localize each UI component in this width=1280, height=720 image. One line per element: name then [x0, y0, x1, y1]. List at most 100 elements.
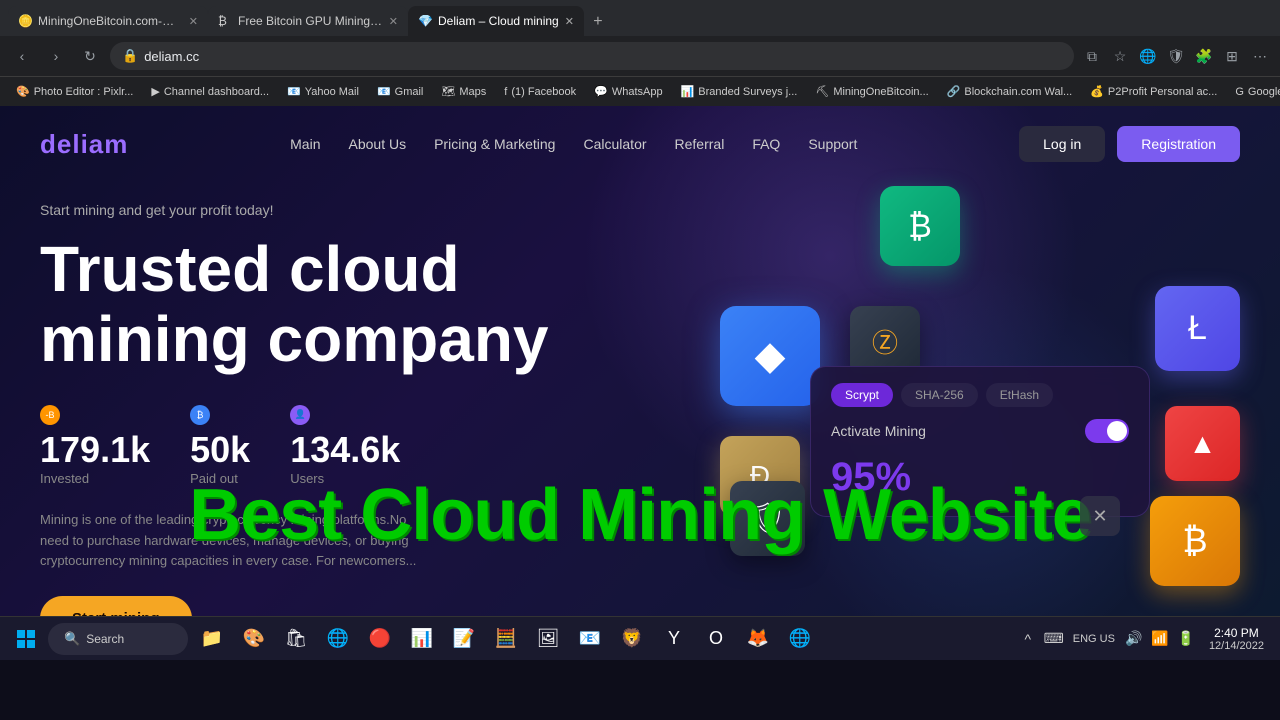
browser-tab-2[interactable]: ₿ Free Bitcoin GPU Mining, Cloud... ✕ [208, 6, 408, 36]
clock-date: 12/14/2022 [1209, 640, 1264, 652]
network-icon[interactable]: 📶 [1149, 628, 1171, 650]
taskbar-excel[interactable]: 📊 [402, 621, 442, 657]
puzzle-icon[interactable]: 🧩 [1192, 44, 1216, 68]
language-indicator[interactable]: ENG US [1069, 633, 1119, 645]
login-button[interactable]: Log in [1019, 126, 1105, 162]
stat-paidout-icon: ₿ [190, 405, 210, 425]
bookmark-maps-icon: 🗺 [441, 85, 455, 98]
stat-users-icon: 👤 [290, 405, 310, 425]
nav-referral[interactable]: Referral [675, 136, 725, 152]
bookmark-pixlr[interactable]: 🎨 Photo Editor : Pixlr... [8, 83, 141, 100]
bookmark-adsense[interactable]: G Google AdSense [1227, 84, 1280, 100]
bookmark-pixlr-label: Photo Editor : Pixlr... [34, 86, 134, 98]
taskbar-mail[interactable]: 📧 [570, 621, 610, 657]
extensions-icon[interactable]: ⧉ [1080, 44, 1104, 68]
address-bar[interactable]: 🔒 deliam.cc [110, 42, 1074, 70]
ltc-icon: Ł [1188, 309, 1207, 348]
browser-frame: 🪙 MiningOneBitcoin.com-Mining... ✕ ₿ Fre… [0, 0, 1280, 106]
start-mining-button[interactable]: Start mining [40, 596, 192, 616]
bookmark-surveys-label: Branded Surveys j... [698, 86, 797, 98]
nav-pricing[interactable]: Pricing & Marketing [434, 136, 555, 152]
keyboard-icon[interactable]: ⌨ [1043, 628, 1065, 650]
star-icon[interactable]: ☆ [1108, 44, 1132, 68]
taskbar-paint[interactable]: 🎨 [234, 621, 274, 657]
taskbar-apps: 📁 🎨 🛍 🌐 🔴 📊 📝 🧮 🖼 📧 🦁 Y O 🦊 🌐 [192, 621, 1013, 657]
panel-tabs: Scrypt SHA-256 EtHash [831, 383, 1129, 407]
taskbar-store[interactable]: 🛍 [276, 621, 316, 657]
back-button[interactable]: ‹ [8, 42, 36, 70]
bookmark-whatsapp-icon: 💬 [594, 85, 608, 98]
nav-main[interactable]: Main [290, 136, 320, 152]
hero-title-line1: Trusted cloud [40, 233, 460, 305]
logo-text: deliam [40, 129, 128, 159]
refresh-button[interactable]: ↻ [76, 42, 104, 70]
bookmark-p2profit[interactable]: 💰 P2Profit Personal ac... [1082, 83, 1225, 100]
btc-top-card: ₿ [880, 186, 960, 266]
taskbar-photos[interactable]: 🖼 [528, 621, 568, 657]
adblock-icon[interactable]: 🛡 [1164, 44, 1188, 68]
clock-time: 2:40 PM [1214, 626, 1259, 640]
taskbar-search[interactable]: 🔍 Search [48, 623, 188, 655]
bookmark-surveys[interactable]: 📊 Branded Surveys j... [673, 83, 806, 100]
bookmark-mining[interactable]: ⛏ MiningOneBitcoin... [807, 83, 936, 100]
start-button[interactable] [8, 621, 44, 657]
taskbar-app-extra[interactable]: 🌐 [780, 621, 820, 657]
grid-icon[interactable]: ⊞ [1220, 44, 1244, 68]
taskbar-chrome[interactable]: 🔴 [360, 621, 400, 657]
bookmark-mining-icon: ⛏ [815, 85, 829, 98]
taskbar-yandex[interactable]: Y [654, 621, 694, 657]
tab2-close[interactable]: ✕ [389, 15, 398, 28]
edgelogo-icon[interactable]: 🌐 [1136, 44, 1160, 68]
bookmark-surveys-icon: 📊 [681, 85, 695, 98]
forward-button[interactable]: › [42, 42, 70, 70]
taskbar-search-label: Search [86, 632, 124, 646]
bookmark-facebook-icon: f [504, 86, 507, 98]
bookmark-whatsapp[interactable]: 💬 WhatsApp [586, 83, 670, 100]
show-hidden-icon[interactable]: ^ [1017, 628, 1039, 650]
panel-tab-sha256[interactable]: SHA-256 [901, 383, 978, 407]
battery-icon[interactable]: 🔋 [1175, 628, 1197, 650]
system-clock[interactable]: 2:40 PM 12/14/2022 [1201, 626, 1272, 652]
bookmark-yahoo[interactable]: 📧 Yahoo Mail [279, 83, 367, 100]
bookmark-maps[interactable]: 🗺 Maps [433, 83, 494, 100]
zec-icon: Ⓩ [872, 323, 898, 360]
register-button[interactable]: Registration [1117, 126, 1240, 162]
taskbar-word[interactable]: 📝 [444, 621, 484, 657]
site-logo[interactable]: deliam [40, 129, 128, 160]
bookmark-mining-label: MiningOneBitcoin... [833, 86, 928, 98]
navbar: deliam Main About Us Pricing & Marketing… [0, 106, 1280, 182]
bookmark-yahoo-icon: 📧 [287, 85, 301, 98]
bookmark-p2profit-label: P2Profit Personal ac... [1108, 86, 1217, 98]
bookmark-blockchain[interactable]: 🔗 Blockchain.com Wal... [939, 83, 1081, 100]
tab3-favicon: 💎 [418, 14, 432, 28]
menu-icon[interactable]: ⋯ [1248, 44, 1272, 68]
bookmark-pixlr-icon: 🎨 [16, 85, 30, 98]
nav-calculator[interactable]: Calculator [583, 136, 646, 152]
taskbar-file-explorer[interactable]: 📁 [192, 621, 232, 657]
taskbar-brave[interactable]: 🦁 [612, 621, 652, 657]
nav-support[interactable]: Support [808, 136, 857, 152]
taskbar-edge[interactable]: 🌐 [318, 621, 358, 657]
close-overlay-button[interactable]: ✕ [1080, 496, 1120, 536]
tab1-close[interactable]: ✕ [189, 15, 198, 28]
activate-mining-toggle[interactable] [1085, 419, 1129, 443]
new-tab-button[interactable]: + [584, 8, 612, 36]
taskbar-opera[interactable]: O [696, 621, 736, 657]
panel-tab-scrypt[interactable]: Scrypt [831, 383, 893, 407]
bookmark-gmail[interactable]: 📧 Gmail [369, 83, 431, 100]
nav-about[interactable]: About Us [349, 136, 407, 152]
eth-card: ◆ [720, 306, 820, 406]
taskbar-firefox[interactable]: 🦊 [738, 621, 778, 657]
hero-title: Trusted cloud mining company [40, 234, 640, 375]
nav-faq[interactable]: FAQ [752, 136, 780, 152]
bookmark-facebook[interactable]: f (1) Facebook [496, 84, 584, 100]
browser-tab-3[interactable]: 💎 Deliam – Cloud mining ✕ [408, 6, 584, 36]
tab3-close[interactable]: ✕ [565, 15, 574, 28]
panel-activate-row: Activate Mining [831, 419, 1129, 443]
panel-tab-ethhash[interactable]: EtHash [986, 383, 1053, 407]
speaker-icon[interactable]: 🔊 [1123, 628, 1145, 650]
bookmark-channel[interactable]: ▶ Channel dashboard... [143, 83, 277, 100]
taskbar-calc[interactable]: 🧮 [486, 621, 526, 657]
browser-tab-1[interactable]: 🪙 MiningOneBitcoin.com-Mining... ✕ [8, 6, 208, 36]
bookmark-blockchain-label: Blockchain.com Wal... [964, 86, 1072, 98]
